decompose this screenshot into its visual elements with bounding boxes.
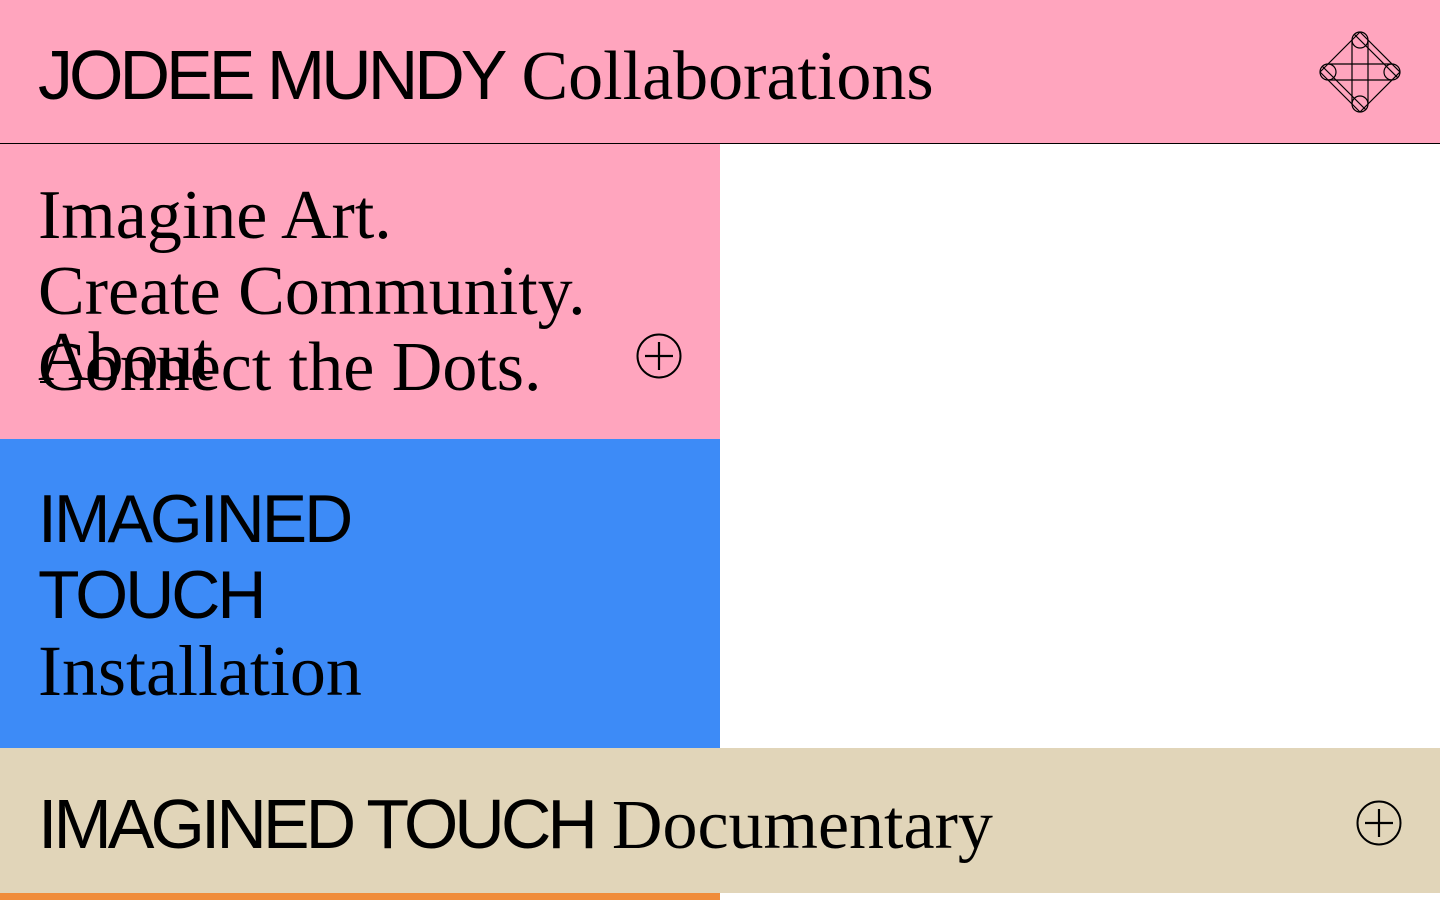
installation-title-line: TOUCH	[38, 557, 267, 633]
site-subtitle: Collaborations	[521, 38, 934, 115]
installation-card[interactable]: IMAGINED TOUCH Installation	[0, 439, 720, 748]
site-title[interactable]: JODEE MUNDY Collaborations	[38, 30, 934, 122]
about-link-underline	[40, 381, 46, 383]
about-link[interactable]: About	[38, 320, 213, 396]
documentary-subtitle: Documentary	[611, 787, 993, 864]
tagline-line: Imagine Art.	[38, 177, 392, 254]
site-brand-name: JODEE MUNDY	[38, 36, 507, 114]
plus-circle-icon	[1356, 800, 1402, 846]
documentary-card[interactable]: IMAGINED TOUCH Documentary	[0, 748, 1440, 893]
documentary-title: IMAGINED TOUCH Documentary	[38, 784, 993, 866]
next-card-strip[interactable]	[0, 893, 720, 900]
connect-dots-logo-icon[interactable]	[1318, 30, 1402, 114]
about-expand-button[interactable]	[636, 333, 682, 379]
installation-title-line: IMAGINED	[38, 481, 353, 557]
site-header: JODEE MUNDY Collaborations	[0, 0, 1440, 144]
documentary-expand-button[interactable]	[1356, 800, 1402, 846]
installation-subtitle: Installation	[38, 631, 362, 711]
documentary-brand: IMAGINED TOUCH	[38, 785, 598, 863]
about-panel: Imagine Art. Create Community. Connect t…	[0, 144, 720, 439]
plus-circle-icon	[636, 333, 682, 379]
